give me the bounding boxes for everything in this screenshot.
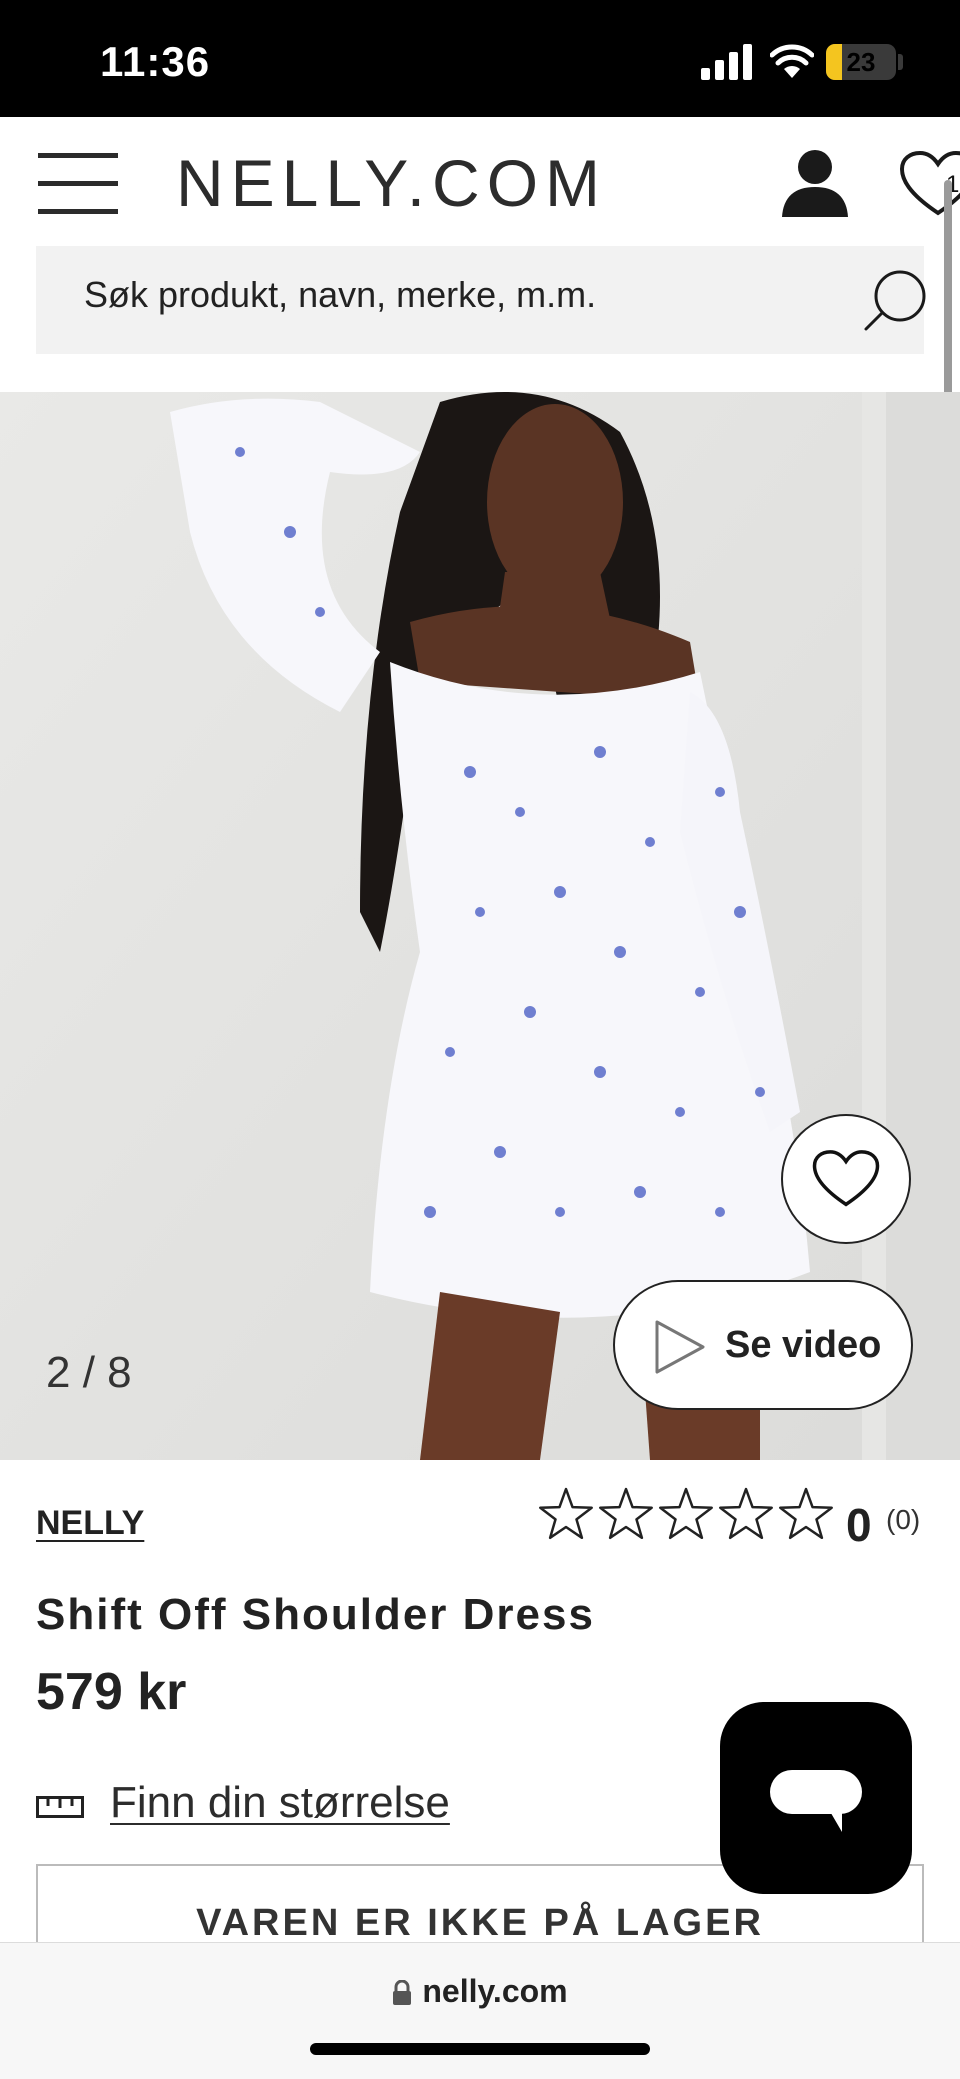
product-gallery[interactable]: 2 / 8 Se video [0, 392, 960, 1460]
star-icon [659, 1487, 713, 1540]
size-guide-label: Finn din størrelse [110, 1778, 450, 1827]
image-counter: 2 / 8 [46, 1348, 132, 1397]
ruler-icon [36, 1796, 84, 1818]
chat-button[interactable] [720, 1702, 912, 1894]
add-to-wishlist-button[interactable] [781, 1114, 911, 1244]
star-icon [779, 1487, 833, 1540]
chat-bubble-icon [770, 1770, 862, 1832]
site-header: NELLY.COM 1 [0, 117, 960, 247]
menu-icon[interactable] [38, 153, 118, 215]
battery-level: 23 [846, 47, 876, 77]
size-guide-link[interactable]: Finn din størrelse [36, 1776, 536, 1836]
search-icon[interactable] [862, 266, 930, 334]
battery-icon: 23 [826, 44, 896, 80]
product-title: Shift Off Shoulder Dress [36, 1590, 595, 1639]
status-time: 11:36 [100, 38, 211, 85]
star-icon [719, 1487, 773, 1540]
status-bar: 11:36 23 [0, 0, 960, 117]
play-icon [655, 1320, 705, 1374]
wifi-icon [770, 44, 814, 78]
home-indicator[interactable] [310, 2043, 650, 2055]
cellular-signal-icon [701, 44, 752, 80]
browser-address-bar: nelly.com [0, 1942, 960, 2079]
url-field[interactable]: nelly.com [0, 1973, 960, 2010]
heart-icon [812, 1150, 880, 1207]
rating-count: (0) [886, 1504, 921, 1535]
rating-stars[interactable] [536, 1484, 836, 1544]
user-icon[interactable] [780, 147, 850, 217]
star-icon [539, 1487, 593, 1540]
watch-video-button[interactable]: Se video [613, 1280, 913, 1410]
search-bar [36, 246, 926, 354]
video-button-label: Se video [725, 1324, 882, 1366]
rating-value: 0 [846, 1499, 872, 1551]
url-text: nelly.com [422, 1973, 568, 2009]
star-icon [599, 1487, 653, 1540]
next-product-image[interactable] [886, 392, 960, 1460]
battery-tip [898, 54, 903, 70]
lock-icon [393, 1980, 412, 2005]
brand-link[interactable]: NELLY [36, 1504, 144, 1543]
site-logo[interactable]: NELLY.COM [176, 145, 607, 221]
stock-status-label: VAREN ER IKKE PÅ LAGER [196, 1902, 764, 1944]
search-input[interactable] [84, 274, 784, 316]
product-price: 579 kr [36, 1663, 187, 1721]
